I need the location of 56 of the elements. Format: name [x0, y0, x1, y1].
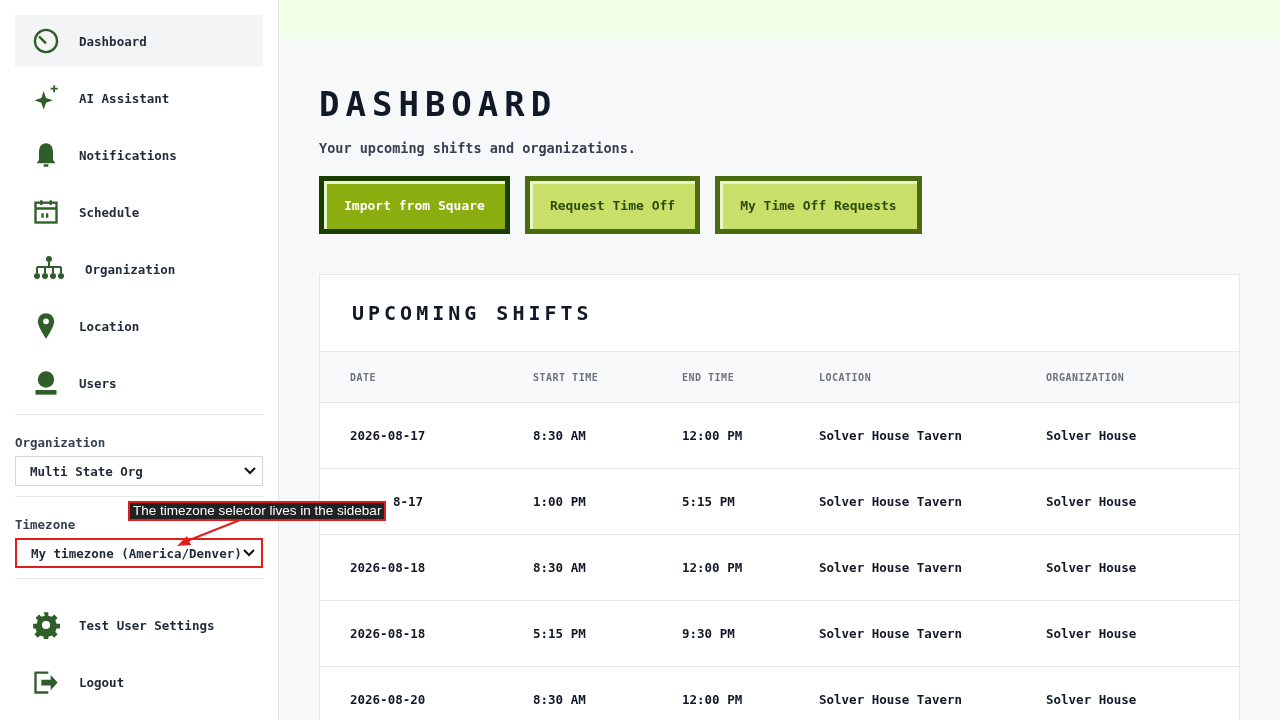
page-title: DASHBOARD [319, 84, 559, 124]
chevron-down-icon [244, 467, 256, 475]
table-cell-text: 12:00 PM [682, 692, 744, 707]
table-cell-text: Solver House Tavern [819, 428, 963, 443]
nav-item[interactable]: Location [15, 300, 263, 352]
table-cell: 2026-08-18 [350, 626, 423, 641]
table-cell-text: Solver House Tavern [819, 626, 963, 641]
select-field[interactable]: My timezone (America/Denver) [15, 538, 263, 568]
table-cell: 2026-08-20 [350, 692, 423, 707]
table-cell-text: 8-17 [391, 494, 423, 509]
table-cell-text: 8:30 AM [533, 692, 587, 707]
column-header: END TIME [682, 371, 736, 383]
card-title: UPCOMING SHIFTS [351, 300, 594, 327]
table-cell-text: Solver House Tavern [819, 494, 963, 509]
column-header: DATE [350, 371, 378, 383]
table-cell-text: Solver House Tavern [819, 560, 963, 575]
table-cell: 2026-08-17 [350, 428, 423, 443]
gauge-icon [32, 27, 60, 55]
action-button[interactable]: Request Time Off [524, 176, 701, 234]
settings-icon [32, 611, 60, 639]
table-cell-text: Solver House [1046, 626, 1138, 641]
table-cell-text: Solver House Tavern [819, 692, 963, 707]
table-cell-text: 12:00 PM [682, 428, 744, 443]
nav-item[interactable]: Dashboard [15, 15, 263, 67]
select-label: Timezone [15, 517, 77, 532]
table-cell-text: 8:30 AM [533, 560, 587, 575]
table-cell-text: 9:30 PM [682, 626, 736, 641]
table-cell-text: 5:15 PM [682, 494, 736, 509]
nav-item[interactable]: Organization [15, 243, 263, 295]
nav-item[interactable]: Users [15, 357, 263, 409]
column-header: ORGANIZATION [1046, 371, 1126, 383]
table-cell-text: 12:00 PM [682, 560, 744, 575]
annotation-callout: The timezone selector lives in the sidebar [128, 501, 387, 521]
table-cell-text: Solver House [1046, 560, 1138, 575]
select-field[interactable]: Multi State Org [15, 456, 263, 486]
table-cell-text: Solver House [1046, 692, 1138, 707]
calendar-icon [32, 198, 60, 226]
sparkle-icon [32, 84, 60, 112]
table-cell-text: 8:30 AM [533, 428, 587, 443]
table-cell: 2026-08-18 [350, 560, 423, 575]
page-subtitle: Your upcoming shifts and organizations. [319, 140, 637, 156]
column-header: LOCATION [819, 371, 873, 383]
chevron-down-icon [243, 549, 255, 557]
nav-item[interactable]: Logout [15, 656, 263, 708]
table-cell-text: Solver House [1046, 494, 1138, 509]
table-cell-text: 5:15 PM [533, 626, 587, 641]
annotation-arrow [177, 519, 241, 547]
table-cell-text: Solver House [1046, 428, 1138, 443]
column-header: START TIME [533, 371, 600, 383]
nav-item[interactable]: AI Assistant [15, 72, 263, 124]
nav-item[interactable]: Test User Settings [15, 599, 263, 651]
nav-item[interactable]: Schedule [15, 186, 263, 238]
action-button[interactable]: My Time Off Requests [715, 176, 922, 234]
nav-item[interactable]: Notifications [15, 129, 263, 181]
select-label: Organization [15, 435, 107, 450]
table-cell-text: 1:00 PM [533, 494, 587, 509]
